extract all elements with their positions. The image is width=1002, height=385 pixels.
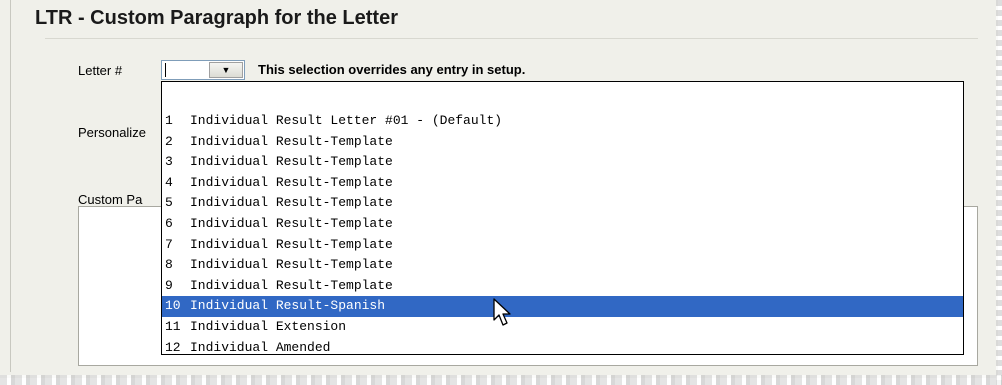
text-cursor [165,63,166,77]
option-number: 6 [165,215,173,231]
option-label: Individual Result-Template [190,236,393,252]
option-number: 9 [165,277,173,293]
letter-number-combobox[interactable]: ▼ [161,60,245,80]
dropdown-option[interactable]: 3 Individual Result-Template [162,152,963,173]
dropdown-option[interactable]: 9 Individual Result-Template [162,276,963,297]
dropdown-arrow-icon: ▼ [221,65,231,75]
dropdown-items: 1 Individual Result Letter #01 - (Default… [162,111,963,358]
option-label: Individual Result-Template [190,257,393,273]
option-number: 7 [165,236,173,252]
torn-edge-right [996,0,1002,385]
option-number: 10 [165,298,181,314]
option-label: Individual Result-Template [190,133,393,149]
option-label: Individual Extension [190,318,347,334]
dropdown-arrow-button[interactable]: ▼ [209,62,243,78]
override-note: This selection overrides any entry in se… [258,62,526,77]
dropdown-option[interactable]: 1 Individual Result Letter #01 - (Default… [162,111,963,132]
letter-number-label: Letter # [78,63,123,78]
dropdown-option[interactable]: 12 Individual Amended [162,338,963,359]
option-number: 11 [165,318,181,334]
option-number: 1 [165,113,173,128]
option-label: Individual Result-Template [190,174,393,190]
option-number: 3 [165,154,173,170]
option-label: Individual Result-Template [190,215,393,231]
mouse-pointer-icon [493,298,511,326]
dropdown-option[interactable]: 7 Individual Result-Template [162,235,963,256]
custom-paragraph-label: Custom Pa [78,192,143,207]
dropdown-option[interactable]: 11 Individual Extension [162,317,963,338]
window: LTR - Custom Paragraph for the Letter Le… [0,0,998,378]
option-label: Individual Result-Template [190,154,393,170]
dropdown-option[interactable]: 8 Individual Result-Template [162,255,963,276]
section-title: LTR - Custom Paragraph for the Letter [35,7,398,29]
option-label: Individual Result-Template [190,277,393,293]
personalize-label: Personalize [78,125,146,140]
option-number: 12 [165,339,181,355]
dropdown-option[interactable]: 2 Individual Result-Template [162,132,963,153]
dropdown-option[interactable]: 4 Individual Result-Template [162,173,963,194]
option-number: 2 [165,133,173,149]
option-number: 4 [165,174,173,190]
title-divider [45,38,978,39]
option-label: Individual Amended [190,339,331,355]
dropdown-option[interactable]: 10 Individual Result-Spanish [162,296,963,317]
letter-dropdown-list[interactable]: 1 Individual Result Letter #01 - (Default… [161,81,964,355]
option-number: 5 [165,195,173,211]
dropdown-option[interactable]: 5 Individual Result-Template [162,193,963,214]
dropdown-option[interactable]: 6 Individual Result-Template [162,214,963,235]
option-label: Individual Result Letter #01 - (Default) [190,113,503,128]
option-label: Individual Result-Template [190,195,393,211]
option-number: 8 [165,257,173,273]
option-label: Individual Result-Spanish [190,298,386,314]
torn-edge-bottom [0,375,1002,385]
